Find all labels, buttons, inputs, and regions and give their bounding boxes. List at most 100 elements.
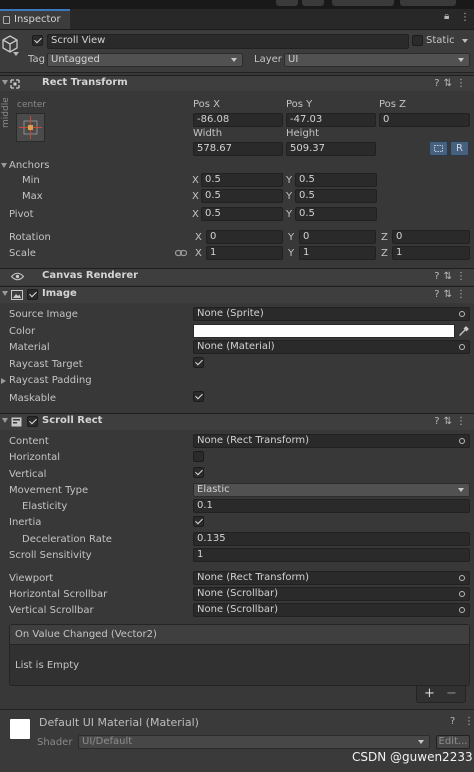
raw-edit-button[interactable]: R (450, 141, 469, 156)
material-field[interactable]: None (Material) (193, 340, 470, 354)
scroll-sensitivity-field[interactable]: 1 (193, 548, 470, 562)
foldout-arrow-icon[interactable] (2, 80, 8, 85)
pos-z-field[interactable]: 0 (379, 113, 470, 127)
blueprint-mode-button[interactable] (429, 141, 448, 156)
layout-dropdown[interactable] (400, 0, 456, 6)
rotation-x-value: 0 (210, 231, 217, 242)
pos-y-label: Pos Y (286, 99, 313, 110)
raycast-target-checkbox[interactable] (193, 357, 204, 368)
pivot-y-field[interactable]: 0.5 (295, 207, 377, 221)
static-checkbox[interactable] (412, 35, 423, 46)
anchors-foldout-icon[interactable] (1, 163, 7, 168)
source-image-field[interactable]: None (Sprite) (193, 307, 470, 321)
rect-transform-header[interactable]: Rect Transform ?⇅⋮ (0, 75, 474, 91)
content-value: None (Rect Transform) (197, 435, 310, 446)
link-icon[interactable] (175, 248, 187, 258)
scroll-rect-enabled-checkbox[interactable] (27, 416, 38, 427)
image-enabled-checkbox[interactable] (27, 289, 38, 300)
rotation-x-field[interactable]: 0 (206, 230, 283, 244)
deceleration-rate-field[interactable]: 0.135 (193, 532, 470, 546)
rotation-y-axis: Y (288, 232, 295, 243)
lock-icon[interactable]: 🔒︎ (444, 11, 449, 22)
settings-icon[interactable]: ⇅ (444, 271, 456, 282)
pos-x-field[interactable]: -86.08 (193, 113, 283, 127)
more-icon[interactable]: ⋮ (456, 289, 470, 300)
pivot-x-field[interactable]: 0.5 (201, 207, 283, 221)
help-icon[interactable]: ? (434, 416, 443, 427)
shader-dropdown[interactable]: UI/Default (78, 735, 430, 749)
vertical-scrollbar-field[interactable]: None (Scrollbar) (193, 603, 470, 617)
more-icon[interactable]: ⋮ (456, 416, 470, 427)
anchor-max-x-axis: X (192, 191, 199, 202)
layers-toggle-button[interactable] (276, 0, 298, 6)
tag-dropdown[interactable]: Untagged (47, 53, 243, 67)
rotation-z-field[interactable]: 0 (392, 230, 470, 244)
rotation-y-field[interactable]: 0 (299, 230, 376, 244)
maskable-checkbox[interactable] (193, 391, 204, 402)
history-button[interactable] (302, 0, 324, 6)
inspector-tab[interactable]: Inspector (0, 9, 70, 29)
gameobject-name-field[interactable]: Scroll View (47, 34, 409, 49)
static-dropdown-arrow[interactable] (462, 39, 468, 43)
canvas-renderer-title: Canvas Renderer (42, 270, 139, 281)
help-icon[interactable]: ? (450, 716, 455, 727)
image-component-header[interactable]: Image ?⇅⋮ (0, 286, 474, 303)
more-icon[interactable]: ⋮ (464, 716, 474, 727)
menu-icon[interactable]: ⋮ (460, 12, 470, 23)
viewport-field[interactable]: None (Rect Transform) (193, 571, 470, 585)
help-icon[interactable]: ? (434, 78, 443, 89)
raycast-padding-foldout-icon[interactable] (1, 378, 6, 384)
eyedropper-icon[interactable] (458, 325, 470, 337)
anchor-max-y-field[interactable]: 0.5 (295, 189, 377, 203)
width-field[interactable]: 578.67 (193, 142, 283, 156)
anchor-preset-button[interactable] (16, 113, 45, 142)
settings-icon[interactable]: ⇅ (444, 416, 456, 427)
remove-listener-button[interactable]: − (446, 686, 457, 701)
scale-y-field[interactable]: 1 (299, 246, 376, 260)
scroll-rect-header[interactable]: Scroll Rect ?⇅⋮ (0, 413, 474, 430)
scale-z-field[interactable]: 1 (392, 246, 470, 260)
height-field[interactable]: 509.37 (286, 142, 376, 156)
anchor-min-y-field[interactable]: 0.5 (295, 173, 377, 187)
active-checkbox[interactable] (32, 35, 43, 46)
horizontal-scrollbar-field[interactable]: None (Scrollbar) (193, 587, 470, 601)
icon-dropdown-arrow[interactable] (13, 52, 19, 56)
scale-y-value: 1 (303, 247, 310, 258)
elasticity-field[interactable]: 0.1 (193, 499, 470, 513)
layers-dropdown[interactable] (332, 0, 394, 6)
scale-x-field[interactable]: 1 (206, 246, 283, 260)
settings-icon[interactable]: ⇅ (444, 78, 456, 89)
event-footer: + − (416, 686, 466, 703)
anchor-min-x-field[interactable]: 0.5 (201, 173, 283, 187)
source-image-label: Source Image (9, 309, 78, 320)
foldout-arrow-icon[interactable] (2, 291, 8, 296)
content-field[interactable]: None (Rect Transform) (193, 434, 470, 448)
settings-icon[interactable]: ⇅ (444, 289, 456, 300)
foldout-arrow-icon[interactable] (2, 418, 8, 423)
pos-y-field[interactable]: -47.03 (286, 113, 376, 127)
inspector-icon (3, 16, 10, 24)
width-label: Width (193, 128, 223, 139)
color-swatch[interactable] (193, 324, 455, 338)
help-icon[interactable]: ? (434, 289, 443, 300)
pos-z-label: Pos Z (379, 99, 407, 110)
inertia-checkbox[interactable] (193, 516, 204, 527)
anchor-max-x-field[interactable]: 0.5 (201, 189, 283, 203)
more-icon[interactable]: ⋮ (456, 271, 470, 282)
vertical-checkbox[interactable] (193, 467, 204, 478)
layer-dropdown[interactable]: UI (284, 53, 470, 67)
canvas-renderer-header[interactable]: Canvas Renderer ?⇅⋮ (0, 268, 474, 285)
horizontal-checkbox[interactable] (193, 451, 204, 462)
content-label: Content (9, 436, 49, 447)
more-icon[interactable]: ⋮ (456, 78, 470, 89)
edit-shader-button[interactable]: Edit... (436, 735, 470, 749)
scroll-rect-title: Scroll Rect (42, 415, 103, 426)
anchor-min-y-axis: Y (286, 175, 293, 186)
inspector-tab-label: Inspector (14, 14, 61, 25)
add-listener-button[interactable]: + (424, 686, 435, 701)
image-icon (11, 290, 23, 300)
pos-x-value: -86.08 (197, 114, 230, 125)
help-icon[interactable]: ? (434, 271, 443, 282)
anchor-max-y-axis: Y (286, 191, 293, 202)
movement-type-dropdown[interactable]: Elastic (193, 483, 470, 497)
